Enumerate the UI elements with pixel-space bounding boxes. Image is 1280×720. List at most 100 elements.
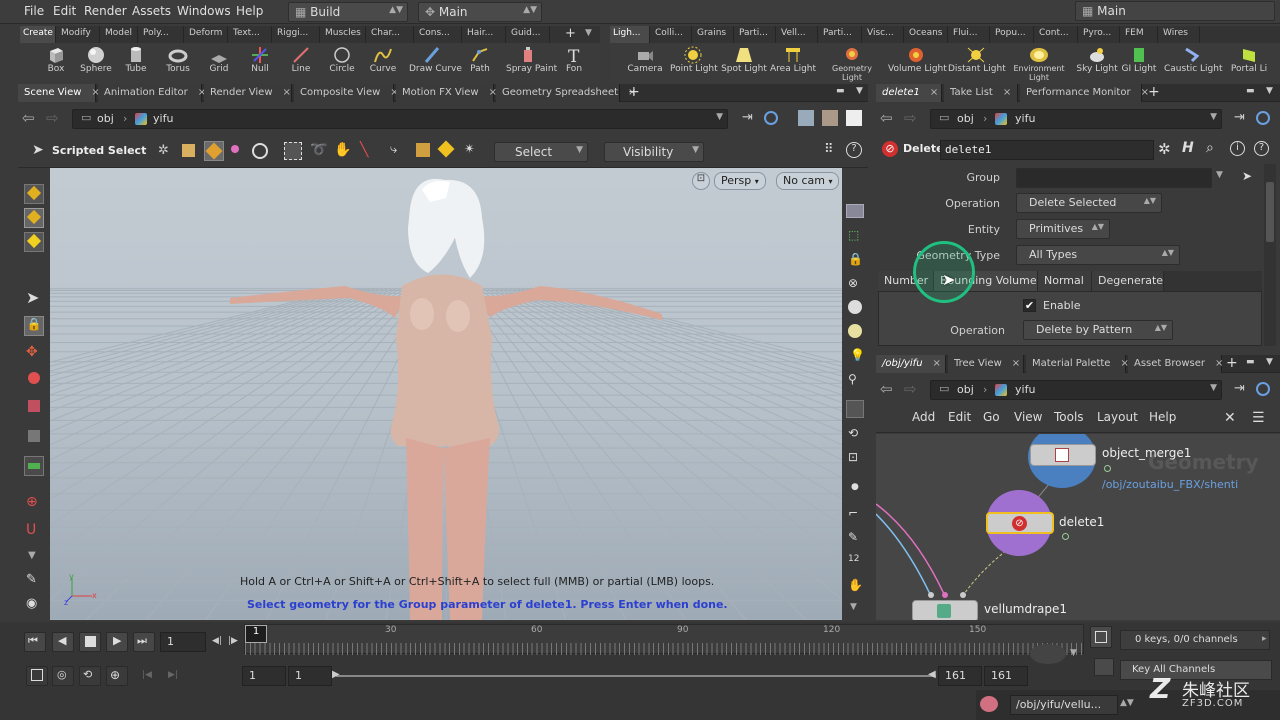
shelf-tab[interactable]: Guid...: [508, 26, 550, 43]
close-icon[interactable]: ×: [933, 358, 941, 369]
pin-icon[interactable]: ⇥: [742, 110, 753, 125]
updown-icon[interactable]: ▲▼: [1120, 698, 1134, 708]
shelf-tab[interactable]: Parti...: [736, 26, 776, 43]
desktop-dropdown[interactable]: ▦ Build ▲▼: [288, 2, 408, 22]
range-handle-right[interactable]: ◀: [928, 669, 936, 680]
shelf-tab[interactable]: Popu...: [992, 26, 1034, 43]
circle-tool[interactable]: Circle: [320, 43, 364, 83]
rotate-icon[interactable]: [28, 372, 40, 384]
geometry-select-icon[interactable]: [204, 141, 224, 161]
scrollbar[interactable]: [1264, 164, 1276, 346]
shelf-tab[interactable]: Modify: [58, 26, 100, 43]
translate-icon[interactable]: ✥: [26, 344, 38, 360]
close-icon[interactable]: ×: [1003, 87, 1011, 98]
chevron-down-icon[interactable]: ▼: [28, 550, 36, 561]
draw-curve-tool[interactable]: Draw Curve: [409, 43, 462, 83]
caustic-light-tool[interactable]: Caustic Light: [1164, 43, 1223, 83]
search-icon[interactable]: ⌕: [1206, 140, 1214, 156]
tab-geometry-spreadsheet[interactable]: Geometry Spreadsheet ×: [496, 84, 636, 102]
tab-tree-view[interactable]: Tree View ×: [948, 355, 1024, 373]
snap-magnet-icon[interactable]: ᑌ: [26, 522, 36, 538]
paint-icon[interactable]: ✎: [848, 530, 858, 544]
menu-go[interactable]: Go: [983, 410, 1000, 424]
visibility-dropdown[interactable]: Visibility ▼: [604, 142, 704, 162]
close-icon[interactable]: ×: [283, 87, 291, 98]
path-field[interactable]: ▭ obj › yifu ▼: [930, 109, 1222, 129]
playback-start-field[interactable]: 1: [288, 666, 332, 686]
menu-windows[interactable]: Windows: [177, 4, 231, 18]
step-forward-icon[interactable]: |▶: [228, 636, 238, 646]
light-icon[interactable]: ✎: [26, 572, 37, 587]
paint-select-icon[interactable]: [24, 184, 44, 204]
menu-help[interactable]: Help: [1149, 410, 1176, 424]
scrollbar-thumb[interactable]: [1266, 182, 1274, 242]
back-arrow-icon[interactable]: ⇦: [880, 380, 893, 398]
camera-menu[interactable]: No cam ▾: [776, 172, 840, 190]
lasso-icon[interactable]: [252, 143, 268, 159]
tab-network[interactable]: /obj/yifu ×: [876, 355, 946, 373]
playback-end-field[interactable]: 161: [938, 666, 982, 686]
audio-icon[interactable]: ◎: [52, 666, 74, 686]
path-field[interactable]: ▭ obj › yifu ▼: [930, 380, 1222, 400]
add-shelf-icon[interactable]: +: [565, 26, 576, 41]
object-select-icon[interactable]: [182, 144, 195, 157]
area-light-tool[interactable]: Area Light: [770, 43, 816, 83]
shelf-tab[interactable]: FEM: [1122, 26, 1158, 43]
sub-operation-menu[interactable]: Delete by Pattern ▲▼: [1023, 320, 1173, 340]
box-select-icon[interactable]: [284, 142, 302, 160]
group-field[interactable]: [1016, 168, 1212, 188]
menu-assets[interactable]: Assets: [132, 4, 171, 18]
spot-light-tool[interactable]: Spot Light: [720, 43, 768, 83]
tab-performance-monitor[interactable]: Performance Monitor ×: [1020, 84, 1149, 102]
chevron-down-icon[interactable]: ▼: [1070, 648, 1077, 658]
shelf-tab[interactable]: Ligh...: [610, 26, 650, 43]
path-segment-yifu[interactable]: yifu: [1015, 383, 1035, 396]
menu-help[interactable]: Help: [236, 4, 263, 18]
vertex-number-icon[interactable]: 12: [848, 554, 859, 564]
menu-render[interactable]: Render: [84, 4, 127, 18]
link-icon[interactable]: [764, 111, 778, 125]
path-segment-yifu[interactable]: yifu: [153, 112, 173, 125]
handle-icon[interactable]: [24, 232, 44, 252]
gear-icon[interactable]: ✲: [1158, 140, 1171, 158]
menu-layout[interactable]: Layout: [1097, 410, 1138, 424]
geometry-type-menu[interactable]: All Types ▲▼: [1016, 245, 1180, 265]
shelf-tab[interactable]: Visc...: [864, 26, 904, 43]
play-button[interactable]: ▶: [106, 632, 128, 652]
link-icon[interactable]: [1256, 382, 1270, 396]
geometry-display-icon[interactable]: [798, 110, 814, 126]
range-handle-left[interactable]: ▶: [332, 669, 340, 680]
chevron-right-icon[interactable]: ▸: [1262, 634, 1267, 644]
menu-tools[interactable]: Tools: [1054, 410, 1084, 424]
shelf-tab[interactable]: Vell...: [778, 26, 818, 43]
playhead[interactable]: 1: [245, 625, 267, 643]
list-icon[interactable]: ☰: [1252, 410, 1265, 426]
volume-light-tool[interactable]: Volume Light: [888, 43, 947, 83]
context-dropdown[interactable]: ✥ Main ▲▼: [418, 2, 542, 22]
pin-icon[interactable]: ⇥: [1234, 110, 1245, 125]
shelf-tab[interactable]: Text...: [230, 26, 272, 43]
add-tab-icon[interactable]: +: [1148, 84, 1160, 100]
close-icon[interactable]: ×: [1215, 358, 1223, 369]
environment-light-tool[interactable]: Environment Light: [1010, 43, 1068, 83]
menu-edit[interactable]: Edit: [53, 4, 76, 18]
shelf-tab[interactable]: Oceans: [906, 26, 948, 43]
forward-arrow-icon[interactable]: ⇨: [46, 109, 59, 127]
ghost-icon[interactable]: ⬚: [848, 228, 859, 242]
menu-add[interactable]: Add: [912, 410, 935, 424]
path-tool[interactable]: Path: [458, 43, 502, 83]
shelf-tab[interactable]: Grains: [694, 26, 734, 43]
entity-menu[interactable]: Primitives ▲▼: [1016, 219, 1110, 239]
range-start-field[interactable]: 1: [242, 666, 286, 686]
path-field[interactable]: ▭ obj › yifu ▼: [72, 109, 728, 129]
keys-icon[interactable]: [1090, 626, 1112, 648]
enable-checkbox[interactable]: ✔: [1023, 299, 1036, 312]
close-icon[interactable]: ×: [930, 87, 938, 98]
shelf-tab[interactable]: Muscles: [322, 26, 366, 43]
pose-icon[interactable]: [28, 430, 40, 442]
forward-arrow-icon[interactable]: ⇨: [904, 380, 917, 398]
portal-light-tool[interactable]: Portal Li: [1224, 43, 1274, 83]
add-tab-icon[interactable]: +: [1226, 355, 1238, 371]
select-visible-icon[interactable]: ⤷: [390, 142, 397, 157]
stop-button[interactable]: [79, 632, 101, 652]
